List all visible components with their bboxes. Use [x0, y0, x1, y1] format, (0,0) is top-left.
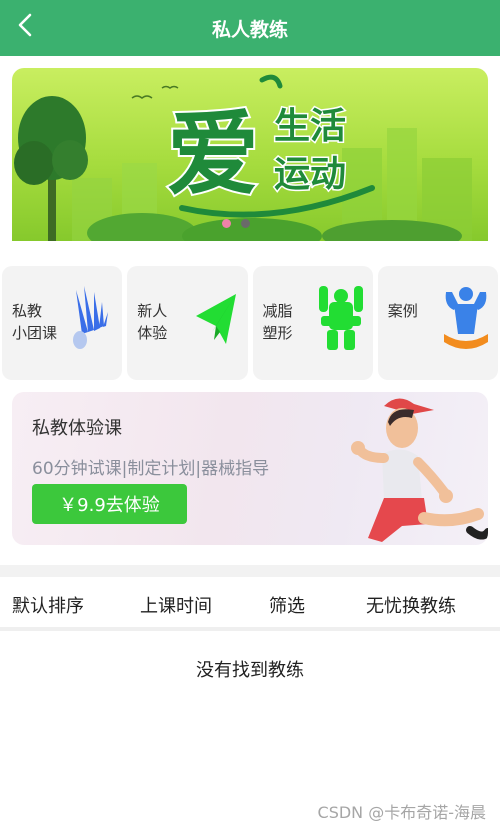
chevron-left-icon	[18, 13, 32, 37]
watermark-text: CSDN @卡布奇诺-海晨	[317, 803, 486, 822]
banner-illustration: 爱 生活 运动	[14, 74, 472, 241]
swap-coach-option[interactable]: 无忧换教练	[366, 592, 456, 618]
carousel-dot-active[interactable]	[222, 219, 231, 228]
category-label: 减脂 塑形	[262, 302, 293, 342]
category-small-group-class[interactable]: 私教 小团课	[2, 266, 123, 380]
muscle-body-icon	[318, 286, 363, 350]
category-grid: 私教 小团课 新人 体验 减脂 塑形 案例	[2, 266, 498, 380]
sort-class-time-option[interactable]: 上课时间	[140, 592, 212, 618]
back-button[interactable]	[14, 12, 36, 38]
category-label: 新人 体验	[137, 302, 168, 342]
sort-filter-bar: 默认排序 上课时间 筛选 无忧换教练	[0, 577, 500, 627]
try-now-button[interactable]: ￥9.9去体验	[32, 484, 187, 524]
badminton-shuttlecock-icon	[73, 286, 109, 349]
paper-plane-icon	[195, 294, 236, 344]
category-newcomer-trial[interactable]: 新人 体验	[127, 266, 248, 380]
filter-option[interactable]: 筛选	[269, 592, 305, 618]
trial-class-promo: 私教体验课 60分钟试课|制定计划|器械指导 ￥9.9去体验	[12, 392, 488, 545]
sort-default-option[interactable]: 默认排序	[12, 592, 84, 618]
carousel-indicators	[222, 219, 250, 228]
banner-carousel[interactable]: 爱 生活 运动	[12, 68, 488, 241]
category-fat-loss[interactable]: 减脂 塑形	[252, 266, 373, 380]
svg-text:生活: 生活	[274, 106, 346, 147]
category-label: 私教 小团课	[12, 302, 58, 342]
top-nav-bar: 私人教练	[0, 0, 500, 56]
runner-illustration	[351, 398, 488, 542]
page-title: 私人教练	[211, 18, 288, 41]
empty-state-text: 没有找到教练	[196, 660, 304, 681]
svg-text:爱: 爱	[167, 101, 259, 208]
promo-description: 60分钟试课|制定计划|器械指导	[32, 459, 270, 479]
sort-bar-divider	[0, 627, 500, 631]
section-divider	[0, 565, 500, 577]
category-label: 案例	[387, 302, 418, 320]
promo-title: 私教体验课	[32, 418, 122, 439]
carousel-dot[interactable]	[241, 219, 250, 228]
bodybuilder-trophy-icon	[444, 287, 488, 349]
category-cases[interactable]: 案例	[377, 266, 498, 380]
svg-text:运动: 运动	[274, 154, 346, 195]
